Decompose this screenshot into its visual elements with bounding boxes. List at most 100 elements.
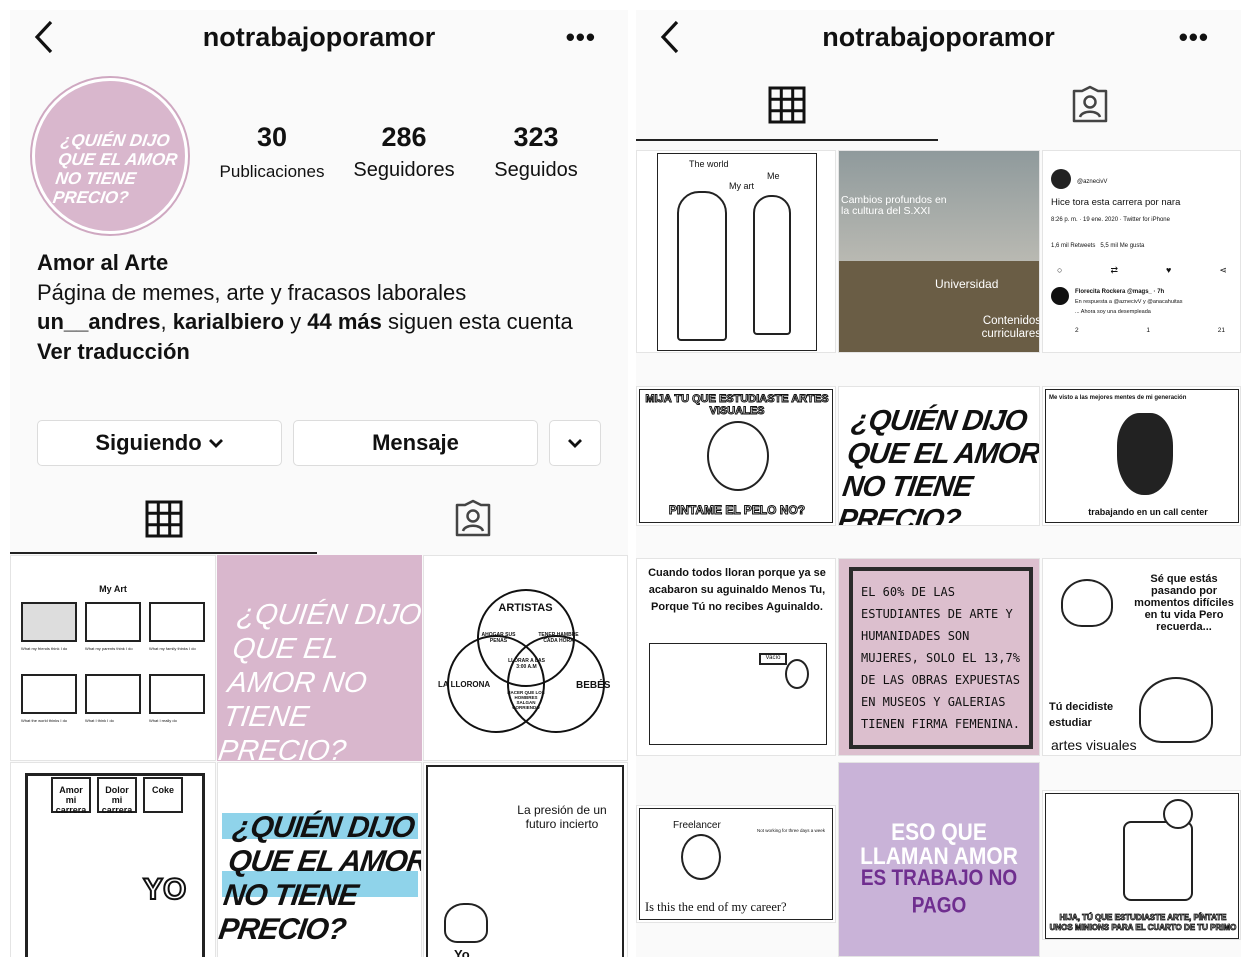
figure-drawing — [785, 659, 809, 689]
profile-tabs — [636, 72, 1241, 138]
meme-label: Universidad — [935, 277, 999, 291]
stat-followers[interactable]: 286 Seguidores — [343, 122, 465, 182]
comic-text: The world — [689, 159, 729, 169]
share-icon: ⋖ — [1219, 265, 1227, 275]
suggested-dropdown-button[interactable] — [549, 420, 601, 466]
post-thumbnail[interactable]: Amor mi carrera Dolor mi carrera Coke YO — [10, 762, 216, 957]
caption: What my family thinks I do — [149, 646, 196, 651]
comic-text: Me — [767, 171, 780, 181]
followed-tail: siguen esta cuenta — [381, 309, 573, 334]
pikachu-drawing — [1139, 677, 1213, 743]
see-translation-link[interactable]: Ver traducción — [37, 339, 190, 364]
sign: Vacío — [759, 653, 787, 665]
bio: Amor al Arte Página de memes, arte y fra… — [37, 248, 597, 366]
face-drawing — [681, 834, 721, 880]
meme-caption: HIJA, TÚ QUE ESTUDIASTE ARTE, PÍNTATE UN… — [1049, 913, 1237, 933]
caption: What I really do — [149, 718, 177, 723]
venn-label: LA LLORONA — [438, 680, 491, 689]
followed-more[interactable]: 44 más — [307, 309, 382, 334]
post-thumbnail[interactable]: ¿QUIÉN DIJO QUE EL AMOR NO TIENE PRECIO? — [217, 762, 422, 957]
post-thumbnail[interactable]: @aznecivV Hice tora esta carrera por nar… — [1042, 150, 1241, 353]
tweet-meta: 8:26 p. m. · 19 ene. 2020 · Twitter for … — [1051, 217, 1170, 223]
post-thumbnail[interactable]: Sé que estás pasando por momentos difíci… — [1042, 558, 1241, 756]
meme-bottom-text: trabajando en un call center — [1088, 507, 1208, 517]
followed-and: y — [284, 309, 308, 334]
meme-mid-text: Tú decidiste estudiar — [1049, 701, 1114, 729]
following-button[interactable]: Siguiendo — [37, 420, 282, 466]
heart-icon: ♥ — [1166, 265, 1172, 275]
post-slogan: ¿QUIÉN DIJO QUE EL AMOR NO TIENE PRECIO? — [217, 811, 422, 946]
post-slogan: ¿QUIÉN DIJO QUE EL AMOR NO TIENE PRECIO? — [217, 599, 422, 761]
venn-label: LLORAR A LAS 3:00 A.M — [508, 658, 545, 670]
venn-label: BEBÉS — [576, 680, 611, 691]
tab-tagged[interactable] — [317, 486, 628, 552]
meme-top-text: Sé que estás pasando por momentos difíci… — [1134, 573, 1234, 633]
figure-drawing — [1163, 799, 1193, 829]
comic-panel — [21, 674, 77, 714]
tweet-text: Hice tora esta carrera por nara — [1051, 197, 1181, 208]
machine-slot-label: Amor mi carrera — [51, 777, 91, 815]
following-label: Seguidos — [494, 159, 578, 181]
more-options-icon[interactable]: ••• — [1179, 22, 1209, 53]
profile-screen-right: notrabajoporamor ••• The world My art Me… — [636, 10, 1241, 957]
slogan-line: ES TRABAJO NO PAGO — [860, 866, 1018, 919]
post-thumbnail[interactable]: EL 60% DE LAS ESTUDIANTES DE ARTE Y HUMA… — [838, 558, 1040, 756]
bio-description: Página de memes, arte y fracasos laboral… — [37, 279, 467, 305]
tab-tagged[interactable] — [938, 72, 1241, 138]
stat-posts[interactable]: 30 Publicaciones — [210, 122, 334, 182]
followed-user-1[interactable]: un__andres — [37, 309, 161, 334]
tweet-counts: 1,6 mil Retweets 5,5 mil Me gusta — [1051, 243, 1145, 249]
top-bar: notrabajoporamor ••• — [636, 10, 1241, 64]
post-thumbnail[interactable]: The world My art Me — [636, 150, 836, 353]
reply-text: ... Ahora soy una desempleada — [1075, 309, 1151, 315]
avatar[interactable]: ¿QUIÉN DIJO QUE EL AMOR NO TIENE PRECIO? — [32, 78, 188, 234]
tab-grid[interactable] — [636, 72, 938, 138]
post-thumbnail[interactable]: My Art What my friends think I do What m… — [10, 555, 216, 761]
tagged-person-icon — [455, 499, 490, 537]
posts-label: Publicaciones — [219, 162, 325, 181]
stat-following[interactable]: 323 Seguidos — [478, 122, 594, 182]
post-title: My Art — [99, 584, 127, 594]
meme-label: Contenidos curriculares — [981, 315, 1040, 340]
followed-user-2[interactable]: karialbiero — [173, 309, 284, 334]
post-thumbnail[interactable]: Me visto a las mejores mentes de mi gene… — [1042, 386, 1241, 526]
post-thumbnail[interactable]: Cambios profundos en la cultura del S.XX… — [838, 150, 1040, 353]
reply-icon: ○ — [1057, 265, 1063, 275]
more-options-icon[interactable]: ••• — [566, 22, 596, 53]
venn-label: HACER QUE LOS HOMBRES SALGAN CORRIENDO — [507, 690, 545, 710]
meme-label: Is this the end of my career? — [645, 900, 787, 914]
post-thumbnail[interactable]: ESO QUE LLAMAN AMOR ES TRABAJO NO PAGO — [838, 762, 1040, 957]
profile-tabs — [10, 486, 628, 552]
followed-by[interactable]: un__andres, karialbiero y 44 más siguen … — [37, 307, 597, 337]
note-text: EL 60% DE LAS ESTUDIANTES DE ARTE Y HUMA… — [861, 585, 1020, 731]
message-button[interactable]: Mensaje — [293, 420, 538, 466]
figure-drawing — [753, 195, 791, 335]
grid-icon — [145, 500, 182, 538]
machine-slot-label: Dolor mi carrera — [97, 777, 137, 815]
caption: What my parents think I do — [85, 646, 133, 651]
comic-frame — [649, 643, 827, 745]
top-bar: notrabajoporamor ••• — [10, 10, 628, 64]
post-thumbnail[interactable]: ¿QUIÉN DIJO QUE EL AMOR NO TIENE PRECIO? — [838, 386, 1040, 526]
tweet-actions: ○ ⇄ ♥ ⋖ — [1057, 265, 1227, 276]
post-thumbnail[interactable]: Freelancer Not working for three days a … — [636, 805, 836, 923]
post-thumbnail[interactable]: HIJA, TÚ QUE ESTUDIASTE ARTE, PÍNTATE UN… — [1042, 790, 1241, 940]
post-thumbnail[interactable]: ¿QUIÉN DIJO QUE EL AMOR NO TIENE PRECIO? — [217, 555, 422, 761]
post-thumbnail[interactable]: La presión de un futuro incierto Yo — [423, 762, 628, 957]
tagged-person-icon — [1072, 85, 1107, 123]
username: notrabajoporamor — [822, 22, 1055, 52]
avatar-text: ¿QUIÉN DIJO QUE EL AMOR NO TIENE PRECIO? — [51, 131, 179, 207]
post-thumbnail[interactable]: MIJA TU QUE ESTUDIASTE ARTES VISUALES PI… — [636, 386, 836, 526]
post-thumbnail[interactable]: Cuando todos lloran porque ya se acabaro… — [636, 558, 836, 756]
meme-label: Freelancer — [673, 820, 721, 831]
venn-label: TENER HAMBRE CADA HORA — [538, 632, 579, 644]
post-thumbnail[interactable]: ARTISTAS AHOGAR SUS PENAS TENER HAMBRE C… — [423, 555, 628, 761]
tweet-handle: @aznecivV — [1077, 179, 1108, 185]
chevron-down-icon — [568, 439, 582, 448]
profile-name: Amor al Arte — [37, 250, 169, 275]
followers-label: Seguidores — [353, 159, 455, 181]
chevron-down-icon — [208, 439, 223, 448]
active-tab-indicator — [636, 139, 938, 141]
face-drawing — [707, 421, 769, 491]
tab-grid[interactable] — [10, 486, 317, 552]
